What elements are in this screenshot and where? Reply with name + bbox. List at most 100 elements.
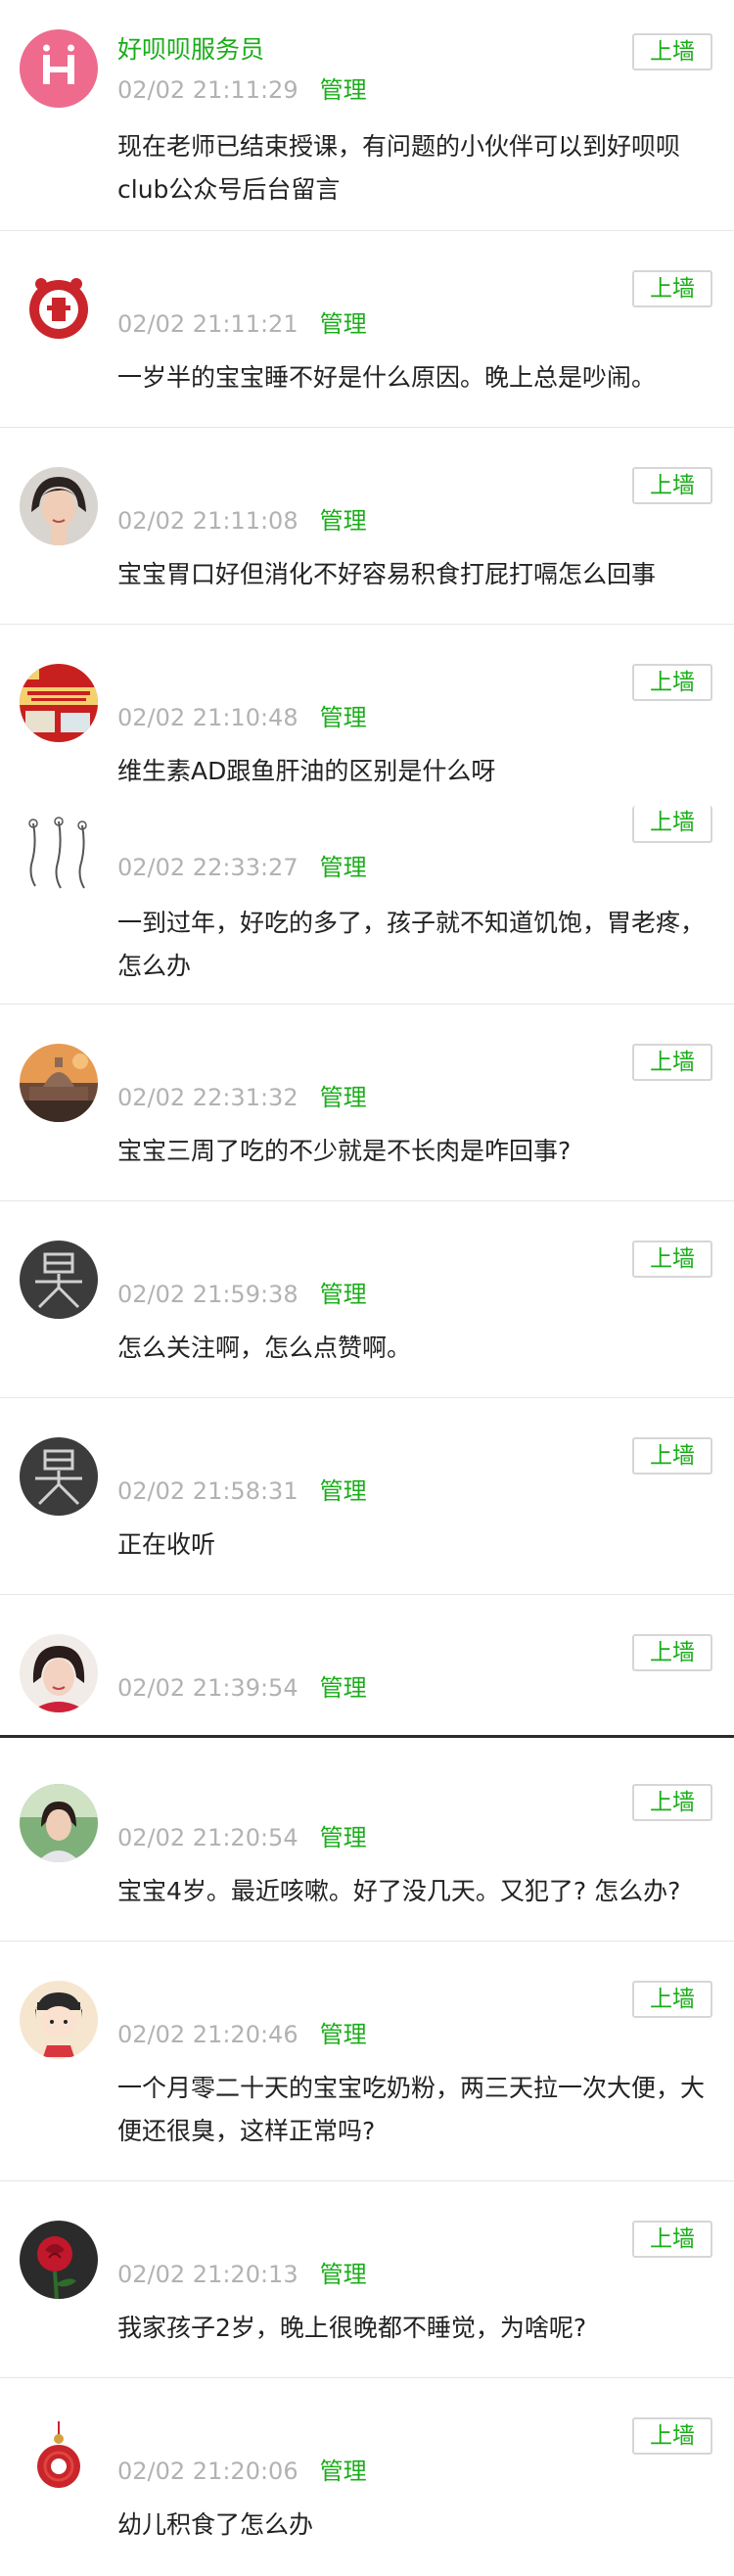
character-wu-icon xyxy=(20,1241,98,1319)
comment-item: 02/02 21:58:31 管理 上墙 正在收听 xyxy=(0,1398,734,1594)
avatar[interactable] xyxy=(20,1044,98,1122)
pin-to-wall-button[interactable]: 上墙 xyxy=(632,664,712,701)
comment-item: 02/02 22:33:27 管理 上墙 一到过年，好吃的多了，孩子就不知道饥饱，… xyxy=(0,806,734,1004)
pin-to-wall-button[interactable]: 上墙 xyxy=(632,1784,712,1821)
comment-time: 02/02 21:11:29 xyxy=(117,76,298,104)
pin-to-wall-button[interactable]: 上墙 xyxy=(632,1634,712,1671)
comment-time: 02/02 22:33:27 xyxy=(117,854,298,881)
woman-outdoor-icon xyxy=(20,1784,98,1862)
pin-to-wall-button[interactable]: 上墙 xyxy=(632,1241,712,1278)
pin-to-wall-button[interactable]: 上墙 xyxy=(632,2221,712,2258)
manage-link[interactable]: 管理 xyxy=(320,1477,367,1505)
manage-link[interactable]: 管理 xyxy=(320,2021,367,2048)
pin-to-wall-button[interactable]: 上墙 xyxy=(632,270,712,307)
comment-text: 一岁半的宝宝睡不好是什么原因。晚上总是吵闹。 xyxy=(117,363,657,392)
comment-text: 宝宝胃口好但消化不好容易积食打屁打嗝怎么回事 xyxy=(117,560,657,588)
comment-meta: 02/02 21:11:08 管理 xyxy=(117,506,367,536)
comment-item: 02/02 21:20:54 管理 上墙 宝宝4岁。最近咳嗽。好了没几天。又犯了?… xyxy=(0,1745,734,1941)
red-charm-icon xyxy=(20,2417,98,2496)
comment-text: 一到过年，好吃的多了，孩子就不知道饥饱，胃老疼，怎么办 xyxy=(117,909,706,980)
avatar[interactable] xyxy=(20,2221,98,2299)
avatar[interactable] xyxy=(20,2417,98,2496)
sketch-figures-icon xyxy=(20,816,98,894)
comment-meta: 02/02 22:31:32 管理 xyxy=(117,1083,367,1112)
comment-item: 02/02 21:20:06 管理 上墙 幼儿积食了怎么办 xyxy=(0,2378,734,2576)
pin-to-wall-button[interactable]: 上墙 xyxy=(632,1981,712,2018)
comment-item: 02/02 22:31:32 管理 上墙 宝宝三周了吃的不少就是不长肉是咋回事? xyxy=(0,1005,734,1200)
character-wu-icon xyxy=(20,1437,98,1516)
comment-time: 02/02 21:20:06 xyxy=(117,2458,298,2485)
comment-item: 02/02 21:10:48 管理 上墙 维生素AD跟鱼肝油的区别是什么呀 xyxy=(0,625,734,801)
manage-link[interactable]: 管理 xyxy=(320,1084,367,1111)
comment-meta: 02/02 21:59:38 管理 xyxy=(117,1280,367,1309)
manage-link[interactable]: 管理 xyxy=(320,704,367,731)
comment-text: 一个月零二十天的宝宝吃奶粉，两三天拉一次大便，大便还很臭，这样正常吗? xyxy=(117,2074,706,2145)
comment-text: 维生素AD跟鱼肝油的区别是什么呀 xyxy=(117,757,496,785)
comment-item: 02/02 21:20:13 管理 上墙 我家孩子2岁，晚上很晚都不睡觉，为啥呢? xyxy=(0,2181,734,2377)
manage-link[interactable]: 管理 xyxy=(320,854,367,881)
pin-to-wall-button[interactable]: 上墙 xyxy=(632,33,712,70)
brand-h-icon xyxy=(20,29,98,108)
avatar[interactable] xyxy=(20,664,98,742)
woman-portrait-icon xyxy=(20,467,98,545)
comment-meta: 02/02 21:20:06 管理 xyxy=(117,2457,367,2486)
pin-to-wall-button[interactable]: 上墙 xyxy=(632,1044,712,1081)
pin-to-wall-button[interactable]: 上墙 xyxy=(632,1437,712,1475)
comment-meta: 02/02 21:20:54 管理 xyxy=(117,1823,367,1852)
comment-item: 02/02 21:11:21 管理 上墙 一岁半的宝宝睡不好是什么原因。晚上总是吵… xyxy=(0,231,734,427)
comment-text: 幼儿积食了怎么办 xyxy=(117,2510,314,2539)
comment-meta: 02/02 21:39:54 管理 xyxy=(117,1673,367,1703)
manage-link[interactable]: 管理 xyxy=(320,2458,367,2485)
comment-text: 怎么关注啊，怎么点赞啊。 xyxy=(117,1334,412,1362)
manage-link[interactable]: 管理 xyxy=(320,310,367,338)
comment-time: 02/02 21:20:13 xyxy=(117,2261,298,2288)
comment-item: 02/02 21:20:46 管理 上墙 一个月零二十天的宝宝吃奶粉，两三天拉一次… xyxy=(0,1942,734,2180)
avatar[interactable] xyxy=(20,816,98,894)
avatar[interactable] xyxy=(20,1241,98,1319)
rose-icon xyxy=(20,2221,98,2299)
comment-time: 02/02 22:31:32 xyxy=(117,1084,298,1111)
comment-meta: 02/02 21:58:31 管理 xyxy=(117,1476,367,1506)
pin-to-wall-button[interactable]: 上墙 xyxy=(632,467,712,504)
avatar[interactable] xyxy=(20,467,98,545)
comment-time: 02/02 21:58:31 xyxy=(117,1477,298,1505)
comment-time: 02/02 21:11:21 xyxy=(117,310,298,338)
comment-time: 02/02 21:11:08 xyxy=(117,507,298,535)
comment-time: 02/02 21:39:54 xyxy=(117,1674,298,1702)
comment-meta: 02/02 22:33:27 管理 xyxy=(117,853,367,882)
comment-meta: 02/02 21:11:21 管理 xyxy=(117,309,367,339)
pin-to-wall-button[interactable]: 上墙 xyxy=(632,806,712,843)
woman-red-portrait-icon xyxy=(20,1634,98,1712)
manage-link[interactable]: 管理 xyxy=(320,507,367,535)
manage-link[interactable]: 管理 xyxy=(320,1281,367,1308)
comment-text: 宝宝三周了吃的不少就是不长肉是咋回事? xyxy=(117,1137,572,1165)
manage-link[interactable]: 管理 xyxy=(320,2261,367,2288)
avatar[interactable] xyxy=(20,270,98,349)
comment-text: 现在老师已结束授课，有问题的小伙伴可以到好呗呗club公众号后台留言 xyxy=(117,132,681,204)
comment-meta: 02/02 21:20:46 管理 xyxy=(117,2020,367,2049)
comment-item: 好呗呗服务员 02/02 21:11:29 管理 上墙 现在老师已结束授课，有问题… xyxy=(0,0,734,230)
paper-cut-fu-icon xyxy=(20,270,98,349)
avatar[interactable] xyxy=(20,1634,98,1712)
comment-item: 02/02 21:39:54 管理 上墙 xyxy=(0,1595,734,1735)
pin-to-wall-button[interactable]: 上墙 xyxy=(632,2417,712,2455)
avatar[interactable] xyxy=(20,29,98,108)
comment-item: 02/02 21:11:08 管理 上墙 宝宝胃口好但消化不好容易积食打屁打嗝怎么… xyxy=(0,428,734,624)
comment-time: 02/02 21:10:48 xyxy=(117,704,298,731)
comment-meta: 02/02 21:10:48 管理 xyxy=(117,703,367,732)
manage-link[interactable]: 管理 xyxy=(320,1824,367,1851)
avatar[interactable] xyxy=(20,1437,98,1516)
manage-link[interactable]: 管理 xyxy=(320,76,367,104)
comment-meta: 02/02 21:11:29 管理 xyxy=(117,75,367,105)
avatar[interactable] xyxy=(20,1981,98,2059)
comment-text: 我家孩子2岁，晚上很晚都不睡觉，为啥呢? xyxy=(117,2314,587,2342)
cathedral-icon xyxy=(20,1044,98,1122)
comment-time: 02/02 21:59:38 xyxy=(117,1281,298,1308)
manage-link[interactable]: 管理 xyxy=(320,1674,367,1702)
comment-item: 02/02 21:59:38 管理 上墙 怎么关注啊，怎么点赞啊。 xyxy=(0,1201,734,1397)
section-divider xyxy=(0,1735,734,1738)
avatar[interactable] xyxy=(20,1784,98,1862)
nickname[interactable]: 好呗呗服务员 xyxy=(117,35,264,65)
comment-meta: 02/02 21:20:13 管理 xyxy=(117,2260,367,2289)
comment-time: 02/02 21:20:46 xyxy=(117,2021,298,2048)
